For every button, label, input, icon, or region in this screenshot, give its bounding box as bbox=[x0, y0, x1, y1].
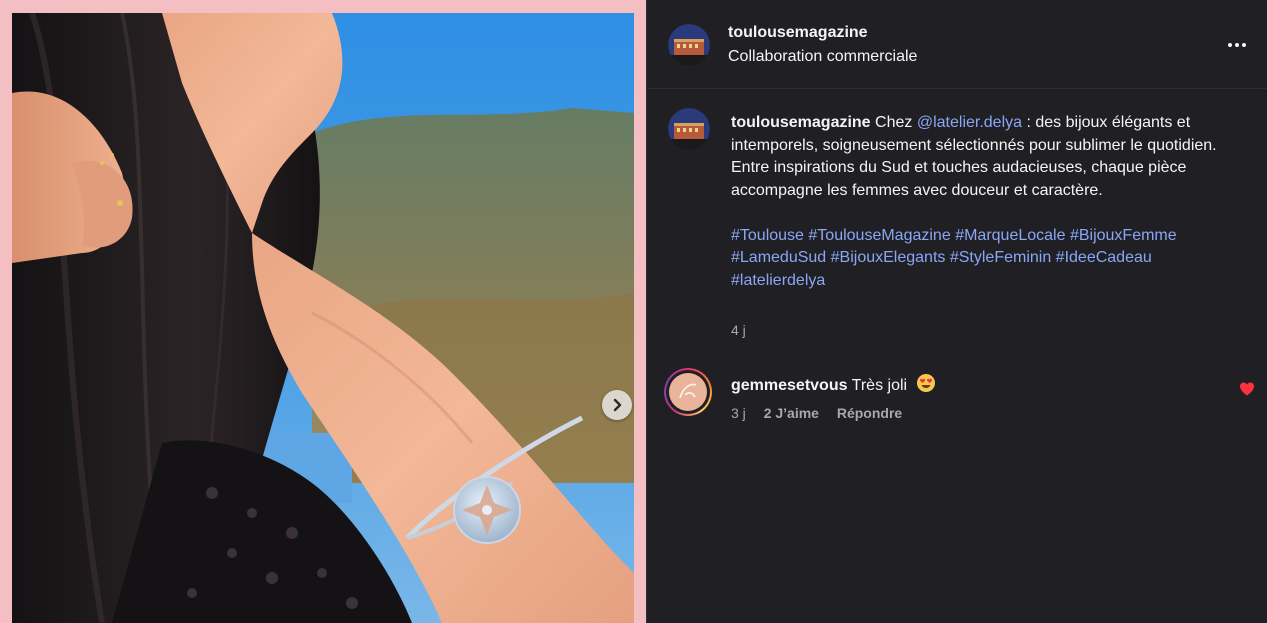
next-photo-button[interactable] bbox=[602, 390, 632, 420]
hashtag-link[interactable]: #StyleFeminin bbox=[950, 249, 1051, 266]
header-divider bbox=[647, 88, 1267, 89]
mention-link[interactable]: @latelier.delya bbox=[917, 114, 1022, 131]
post-media bbox=[0, 0, 646, 623]
heart-eyes-emoji-icon bbox=[916, 374, 935, 392]
hashtag-link[interactable]: #LameduSud bbox=[731, 249, 826, 266]
author-avatar[interactable] bbox=[668, 24, 710, 66]
comment-likes[interactable]: 2 J’aime bbox=[764, 405, 819, 421]
hashtag-link[interactable]: #ToulouseMagazine bbox=[808, 227, 950, 244]
caption-timestamp[interactable]: 4 j bbox=[731, 322, 746, 338]
hashtag-link[interactable]: #MarqueLocale bbox=[955, 227, 1065, 244]
hashtag-link[interactable]: #BijouxFemme bbox=[1070, 227, 1177, 244]
comment-like-button[interactable] bbox=[1239, 381, 1255, 397]
commenter-username[interactable]: gemmesetvous bbox=[731, 377, 848, 394]
paid-partnership-label[interactable]: Collaboration commerciale bbox=[728, 48, 917, 66]
hashtag-link[interactable]: #BijouxElegants bbox=[831, 249, 946, 266]
commenter-avatar-image bbox=[669, 373, 707, 411]
author-username[interactable]: toulousemagazine bbox=[728, 24, 868, 42]
hashtag-list: #Toulouse #ToulouseMagazine #MarqueLocal… bbox=[731, 225, 1231, 293]
caption-author-username[interactable]: toulousemagazine bbox=[731, 114, 871, 131]
more-horizontal-icon bbox=[1228, 43, 1246, 47]
caption-intro: Chez bbox=[875, 114, 913, 131]
chevron-right-icon bbox=[613, 398, 622, 412]
caption-author-avatar[interactable] bbox=[668, 108, 710, 150]
hashtag-link[interactable]: #Toulouse bbox=[731, 227, 804, 244]
comment-timestamp[interactable]: 3 j bbox=[731, 405, 746, 421]
more-options-button[interactable] bbox=[1227, 37, 1247, 53]
heart-filled-icon bbox=[1240, 382, 1254, 396]
post-sidebar: toulousemagazine Collaboration commercia… bbox=[646, 0, 1267, 623]
hashtag-link[interactable]: #latelierdelya bbox=[731, 272, 825, 289]
post-header: toulousemagazine Collaboration commercia… bbox=[647, 0, 1267, 88]
comment: gemmesetvous Très joli bbox=[731, 373, 936, 396]
caption-text-2: Entre inspirations du Sud et touches aud… bbox=[731, 159, 1187, 199]
comment-meta: 3 j 2 J’aime Répondre bbox=[731, 405, 916, 421]
post-photo bbox=[12, 13, 634, 623]
hashtag-link[interactable]: #IdeeCadeau bbox=[1056, 249, 1152, 266]
post-caption: toulousemagazine Chez @latelier.delya : … bbox=[731, 112, 1231, 292]
commenter-avatar[interactable] bbox=[664, 368, 712, 416]
comment-text: Très joli bbox=[851, 377, 908, 394]
reply-button[interactable]: Répondre bbox=[837, 405, 902, 421]
